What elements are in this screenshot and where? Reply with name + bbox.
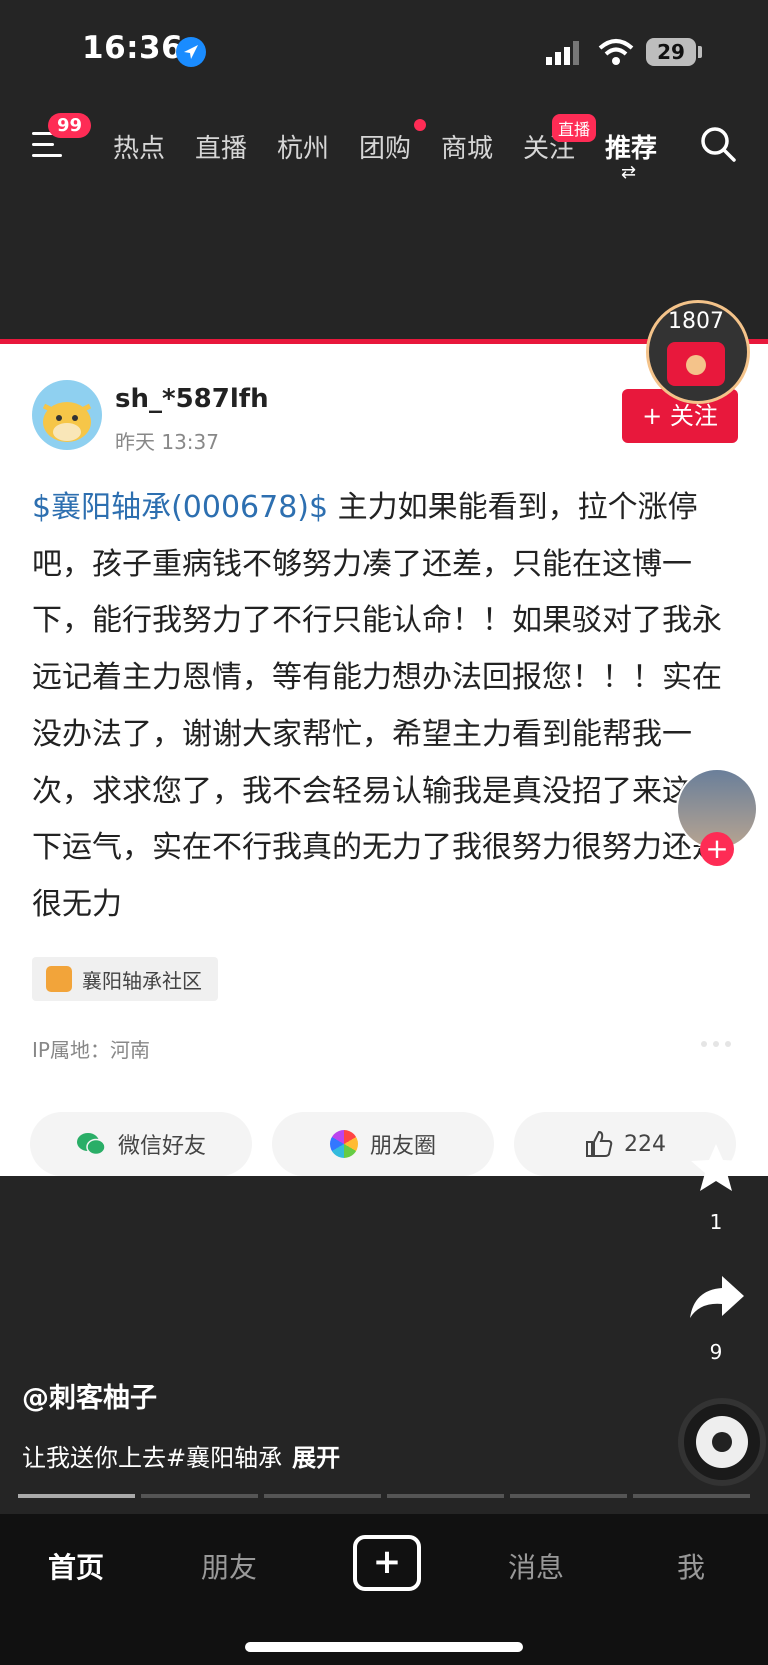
cellular-signal-icon: [546, 41, 582, 65]
progress-segment: [264, 1494, 381, 1498]
community-label: 襄阳轴承社区: [82, 968, 202, 993]
follow-plus-icon[interactable]: +: [700, 832, 734, 866]
star-icon[interactable]: [686, 1142, 746, 1194]
music-disc-icon[interactable]: [678, 1398, 766, 1486]
progress-segment: [387, 1494, 504, 1498]
tab-me[interactable]: 我: [677, 1546, 705, 1586]
share-count: 9: [709, 1340, 723, 1364]
post-time: 昨天 13:37: [115, 430, 219, 454]
tab-hangzhou[interactable]: 杭州: [277, 128, 329, 165]
community-tag[interactable]: 襄阳轴承社区: [32, 957, 218, 1001]
moments-icon: [329, 1130, 358, 1158]
battery-tip: [698, 46, 702, 58]
tab-live[interactable]: 直播: [195, 128, 247, 165]
progress-segment: [18, 1494, 135, 1498]
post-text: 主力如果能看到，拉个涨停吧，孩子重病钱不够努力凑了还差，只能在这博一下，能行我努…: [32, 490, 722, 922]
caption: 让我送你上去#襄阳轴承 展开: [22, 1438, 340, 1473]
location-arrow-icon: [176, 37, 206, 67]
share-wechat-label: 微信好友: [117, 1134, 206, 1159]
thumbs-up-icon: [586, 1130, 613, 1157]
author-handle[interactable]: @刺客柚子: [22, 1376, 157, 1415]
heart-icon[interactable]: [686, 900, 746, 952]
group-buy-dot: [414, 119, 426, 131]
home-indicator[interactable]: [245, 1642, 523, 1652]
tab-messages[interactable]: 消息: [508, 1546, 564, 1586]
post-like-count: 224: [624, 1131, 666, 1157]
post-body: $襄阳轴承(000678)$ 主力如果能看到，拉个涨停吧，孩子重病钱不够努力凑了…: [32, 480, 744, 934]
comment-count: 3: [709, 1088, 723, 1112]
share-moments-button[interactable]: 朋友圈: [272, 1112, 494, 1176]
search-icon[interactable]: [700, 126, 736, 162]
progress-segment: [633, 1494, 750, 1498]
username[interactable]: sh_*587lfh: [115, 384, 269, 414]
tab-group-buy[interactable]: 团购: [359, 128, 411, 165]
share-moments-label: 朋友圈: [369, 1134, 436, 1159]
wechat-icon: [76, 1133, 106, 1156]
tab-recommend[interactable]: 推荐: [605, 128, 657, 165]
red-packet-count: 1807: [668, 309, 724, 334]
wifi-icon: [598, 38, 634, 66]
comment-icon[interactable]: [686, 1020, 746, 1072]
community-icon: [46, 966, 72, 992]
share-wechat-button[interactable]: 微信好友: [30, 1112, 252, 1176]
caption-text: 让我送你上去#襄阳轴承: [22, 1444, 283, 1472]
notification-badge: 99: [48, 113, 92, 138]
status-time: 16:36: [82, 30, 184, 66]
tab-mall[interactable]: 商城: [441, 128, 493, 165]
battery-indicator: 29: [646, 38, 696, 66]
ip-location: IP属地：河南: [32, 1038, 150, 1062]
tab-home[interactable]: 首页: [48, 1546, 104, 1586]
progress-segment: [141, 1494, 258, 1498]
favorite-count: 1: [709, 1210, 723, 1234]
red-packet-coin: [686, 355, 706, 375]
create-button[interactable]: +: [353, 1535, 421, 1591]
like-count: 10: [703, 964, 729, 988]
switch-arrows-icon[interactable]: ⇄: [621, 162, 636, 183]
progress-segment: [510, 1494, 627, 1498]
share-icon[interactable]: [686, 1272, 746, 1324]
expand-link[interactable]: 展开: [292, 1444, 340, 1472]
live-badge: 直播: [552, 114, 597, 142]
avatar[interactable]: [32, 380, 102, 450]
stock-link[interactable]: $襄阳轴承(000678)$: [32, 490, 328, 525]
tab-friends[interactable]: 朋友: [201, 1546, 257, 1586]
tab-hot[interactable]: 热点: [113, 128, 165, 165]
